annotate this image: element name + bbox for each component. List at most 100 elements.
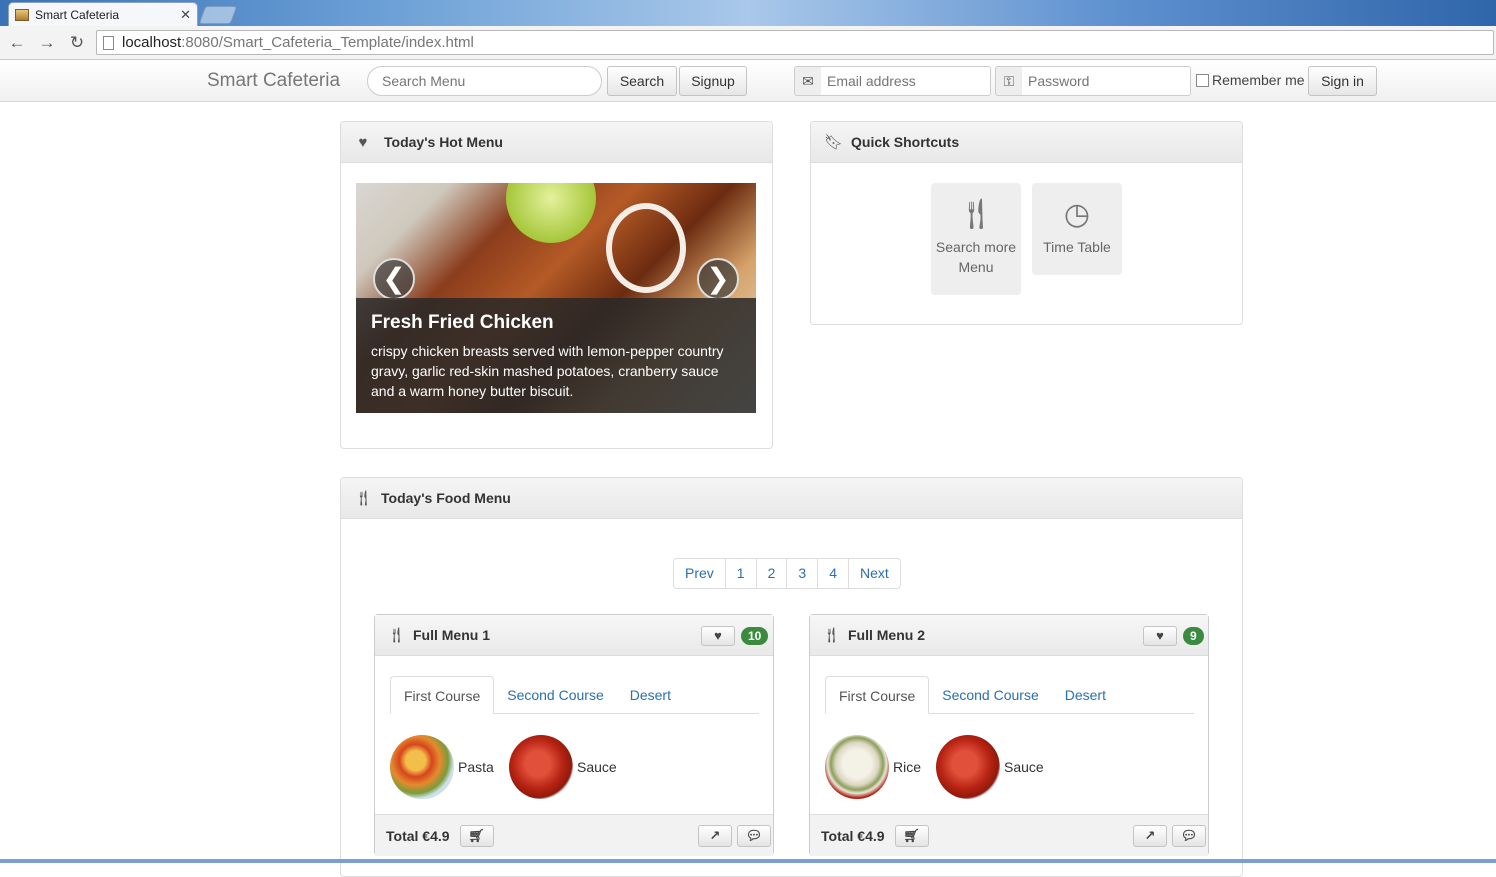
pagination-page-3[interactable]: 3 bbox=[786, 559, 817, 588]
browser-tabstrip: Smart Cafeteria ✕ bbox=[0, 0, 1496, 26]
pasta-image bbox=[390, 735, 454, 799]
hot-menu-panel: ♥ Today's Hot Menu ❮ ❯ Fresh Fried Chick… bbox=[340, 121, 773, 449]
share-icon: ↗ bbox=[709, 828, 721, 843]
food-item[interactable]: Sauce bbox=[509, 735, 617, 799]
sauce-image bbox=[936, 735, 1000, 799]
brand-title[interactable]: Smart Cafeteria bbox=[207, 70, 340, 92]
remember-checkbox[interactable] bbox=[1196, 73, 1209, 87]
tab-second-course[interactable]: Second Course bbox=[494, 676, 617, 714]
pagination-next[interactable]: Next bbox=[847, 559, 900, 588]
comment-button[interactable]: 💬︎ bbox=[1172, 825, 1206, 847]
hot-menu-title: Today's Hot Menu bbox=[384, 134, 503, 150]
comment-button[interactable]: 💬︎ bbox=[737, 825, 771, 847]
hot-menu-carousel[interactable]: ❮ ❯ Fresh Fried Chicken crispy chicken b… bbox=[356, 183, 756, 413]
like-count-badge: 9 bbox=[1183, 627, 1204, 645]
key-icon: ⚿ bbox=[995, 66, 1023, 96]
rice-image bbox=[825, 735, 889, 799]
food-item-label: Rice bbox=[893, 759, 922, 775]
food-menu-title: Today's Food Menu bbox=[381, 490, 511, 506]
share-button[interactable]: ↗ bbox=[1133, 825, 1167, 847]
add-to-cart-button[interactable]: 🛒︎ bbox=[894, 824, 929, 847]
heart-icon: ♥ bbox=[1156, 628, 1164, 643]
url-path: :8080/Smart_Cafeteria_Template/index.htm… bbox=[181, 34, 474, 51]
pagination: Prev 1 2 3 4 Next bbox=[673, 558, 901, 589]
browser-tab[interactable]: Smart Cafeteria ✕ bbox=[8, 2, 198, 26]
pagination-page-2[interactable]: 2 bbox=[755, 559, 787, 588]
menu-total: Total €4.9 bbox=[821, 827, 885, 844]
shortcut-label: Search more Menu bbox=[935, 239, 1017, 275]
sauce-image bbox=[509, 735, 573, 799]
tab-desert[interactable]: Desert bbox=[617, 676, 684, 714]
carousel-prev-icon[interactable]: ❮ bbox=[373, 258, 415, 300]
food-menu-heading: 🍴︎ Today's Food Menu bbox=[341, 478, 1242, 519]
menu-card-footer: Total €4.9 🛒︎ ↗ 💬︎ bbox=[375, 814, 773, 856]
email-field[interactable] bbox=[821, 66, 991, 96]
menu-card-heading: 🍴︎ Full Menu 1 ♥ 10 bbox=[375, 615, 773, 656]
forward-icon[interactable]: → bbox=[34, 33, 60, 53]
shortcut-search-menu[interactable]: 🍴︎ Search more Menu bbox=[931, 183, 1021, 295]
cutlery-icon: 🍴︎ bbox=[956, 198, 996, 231]
search-input[interactable] bbox=[367, 66, 602, 96]
cutlery-icon: 🍴︎ bbox=[822, 627, 842, 644]
heart-icon: ♥ bbox=[714, 628, 722, 643]
shortcut-time-table[interactable]: ◷ Time Table bbox=[1032, 183, 1122, 275]
food-item[interactable]: Rice bbox=[825, 735, 921, 799]
menu-card-1: 🍴︎ Full Menu 1 ♥ 10 First Course Second … bbox=[374, 614, 774, 856]
comment-icon: 💬︎ bbox=[1180, 828, 1198, 843]
menu-card-heading: 🍴︎ Full Menu 2 ♥ 9 bbox=[810, 615, 1208, 656]
menu-card-title: Full Menu 2 bbox=[848, 627, 925, 643]
pagination-page-4[interactable]: 4 bbox=[817, 559, 848, 588]
pagination-page-1[interactable]: 1 bbox=[724, 559, 756, 588]
shortcuts-panel: 🔖︎ Quick Shortcuts 🍴︎ Search more Menu ◷… bbox=[810, 121, 1243, 325]
search-button[interactable]: Search bbox=[607, 66, 677, 96]
back-icon[interactable]: ← bbox=[4, 33, 30, 53]
food-item-label: Pasta bbox=[458, 759, 494, 775]
cutlery-icon: 🍴︎ bbox=[387, 627, 407, 644]
reload-icon[interactable]: ↻ bbox=[64, 33, 90, 53]
browser-toolbar: ← → ↻ localhost:8080/Smart_Cafeteria_Tem… bbox=[0, 26, 1496, 60]
slide-title: Fresh Fried Chicken bbox=[371, 312, 554, 333]
food-item-label: Sauce bbox=[577, 759, 617, 775]
slide-description: crispy chicken breasts served with lemon… bbox=[371, 343, 724, 399]
food-item[interactable]: Sauce bbox=[936, 735, 1044, 799]
add-to-cart-button[interactable]: 🛒︎ bbox=[459, 824, 494, 847]
like-button[interactable]: ♥ bbox=[701, 626, 735, 646]
password-field[interactable] bbox=[1022, 66, 1191, 96]
menu-total: Total €4.9 bbox=[386, 827, 450, 844]
address-bar[interactable]: localhost:8080/Smart_Cafeteria_Template/… bbox=[96, 30, 1494, 55]
food-menu-panel: 🍴︎ Today's Food Menu Prev 1 2 3 4 Next 🍴… bbox=[340, 477, 1243, 877]
tab-title: Smart Cafeteria bbox=[35, 7, 120, 22]
course-tabs: First Course Second Course Desert bbox=[390, 676, 759, 714]
food-photo-onion bbox=[606, 203, 686, 293]
signup-button[interactable]: Signup bbox=[679, 66, 747, 96]
tab-first-course[interactable]: First Course bbox=[390, 676, 495, 714]
tab-second-course[interactable]: Second Course bbox=[929, 676, 1052, 714]
cart-icon: 🛒︎ bbox=[903, 827, 920, 843]
menu-card-footer: Total €4.9 🛒︎ ↗ 💬︎ bbox=[810, 814, 1208, 856]
shortcut-label: Time Table bbox=[1043, 239, 1111, 255]
shortcuts-title: Quick Shortcuts bbox=[851, 134, 960, 150]
tab-first-course[interactable]: First Course bbox=[825, 676, 930, 714]
like-button[interactable]: ♥ bbox=[1143, 626, 1177, 646]
carousel-caption: Fresh Fried Chicken crispy chicken breas… bbox=[356, 298, 756, 413]
food-item[interactable]: Pasta bbox=[390, 735, 494, 799]
new-tab-button[interactable] bbox=[198, 6, 238, 24]
signin-button[interactable]: Sign in bbox=[1308, 66, 1377, 96]
tab-desert[interactable]: Desert bbox=[1052, 676, 1119, 714]
share-button[interactable]: ↗ bbox=[698, 825, 732, 847]
hot-menu-heading: ♥ Today's Hot Menu bbox=[341, 122, 772, 163]
taskbar-edge bbox=[0, 859, 1496, 863]
cart-icon: 🛒︎ bbox=[468, 827, 485, 843]
food-item-label: Sauce bbox=[1004, 759, 1044, 775]
clock-icon: ◷ bbox=[1063, 198, 1091, 231]
remember-me[interactable]: Remember me bbox=[1196, 72, 1305, 88]
envelope-icon: ✉ bbox=[794, 66, 822, 96]
app-navbar: Smart Cafeteria Search Signup ✉ ⚿ Rememb… bbox=[0, 61, 1496, 102]
carousel-next-icon[interactable]: ❯ bbox=[697, 258, 739, 300]
cutlery-icon: 🍴︎ bbox=[354, 490, 374, 507]
close-icon[interactable]: ✕ bbox=[180, 7, 191, 23]
pagination-prev[interactable]: Prev bbox=[674, 559, 725, 588]
comment-icon: 💬︎ bbox=[745, 828, 763, 843]
bookmark-icon: 🔖︎ bbox=[824, 134, 844, 151]
remember-label: Remember me bbox=[1212, 72, 1305, 88]
